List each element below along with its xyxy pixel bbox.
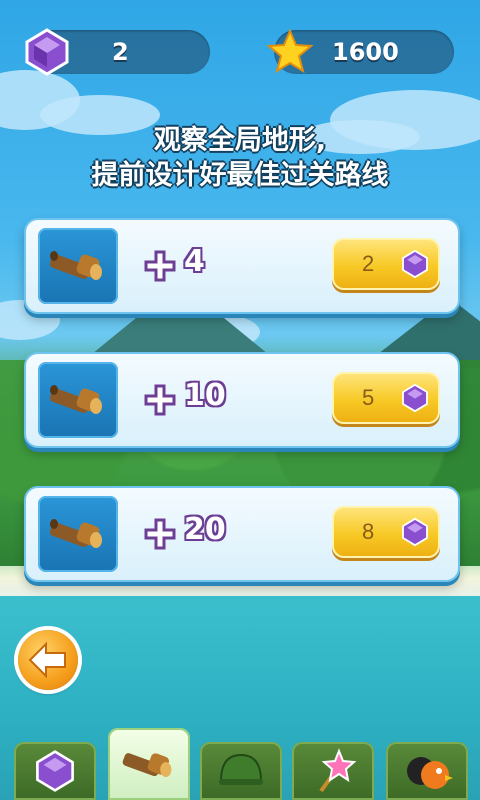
spyglass-icon <box>49 385 102 414</box>
purple-gem-icon <box>402 383 428 413</box>
star-wand-icon <box>319 748 357 793</box>
green-helmet-icon <box>219 753 263 785</box>
item-thumbnail <box>38 496 118 572</box>
item-thumbnail <box>38 228 118 304</box>
item-amount: 10 <box>184 378 226 413</box>
tab-spyglass[interactable] <box>108 728 190 800</box>
back-button[interactable] <box>18 630 78 690</box>
plus-icon <box>144 384 176 416</box>
item-amount: 20 <box>184 512 226 547</box>
plus-icon <box>144 518 176 550</box>
gem-counter: 2 <box>25 28 210 76</box>
spyglass-icon <box>122 753 172 778</box>
tab-birds[interactable] <box>386 742 468 800</box>
offer-card-3: 20 8 <box>24 486 460 582</box>
gem-cost: 5 <box>362 385 375 410</box>
spyglass-icon <box>49 519 102 548</box>
purple-gem-icon <box>36 750 74 792</box>
tab-wand[interactable] <box>292 742 374 800</box>
coin-count: 1600 <box>332 38 399 66</box>
gold-star-icon <box>266 28 314 74</box>
purple-gem-icon <box>25 28 69 76</box>
offer-card-2: 10 5 <box>24 352 460 448</box>
offer-card-1: 4 2 <box>24 218 460 314</box>
purple-gem-icon <box>402 249 428 279</box>
spyglass-icon <box>49 251 102 280</box>
hint-line-1: 观察全局地形, <box>153 125 327 156</box>
purple-gem-icon <box>402 517 428 547</box>
item-thumbnail <box>38 362 118 438</box>
tab-helmet[interactable] <box>200 742 282 800</box>
birds-icon <box>407 757 453 789</box>
hint-line-2: 提前设计好最佳过关路线 <box>91 160 389 191</box>
star-score-counter: 1600 <box>266 28 454 74</box>
tab-gems[interactable] <box>14 742 96 800</box>
buy-button[interactable]: 2 <box>332 238 440 290</box>
gem-cost: 2 <box>362 251 375 276</box>
gem-count: 2 <box>112 38 129 66</box>
gem-cost: 8 <box>362 519 375 544</box>
arrow-left-icon <box>28 642 66 678</box>
item-amount: 4 <box>184 244 205 279</box>
buy-button[interactable]: 5 <box>332 372 440 424</box>
plus-icon <box>144 250 176 282</box>
bottom-tab-bar <box>0 728 480 800</box>
buy-button[interactable]: 8 <box>332 506 440 558</box>
